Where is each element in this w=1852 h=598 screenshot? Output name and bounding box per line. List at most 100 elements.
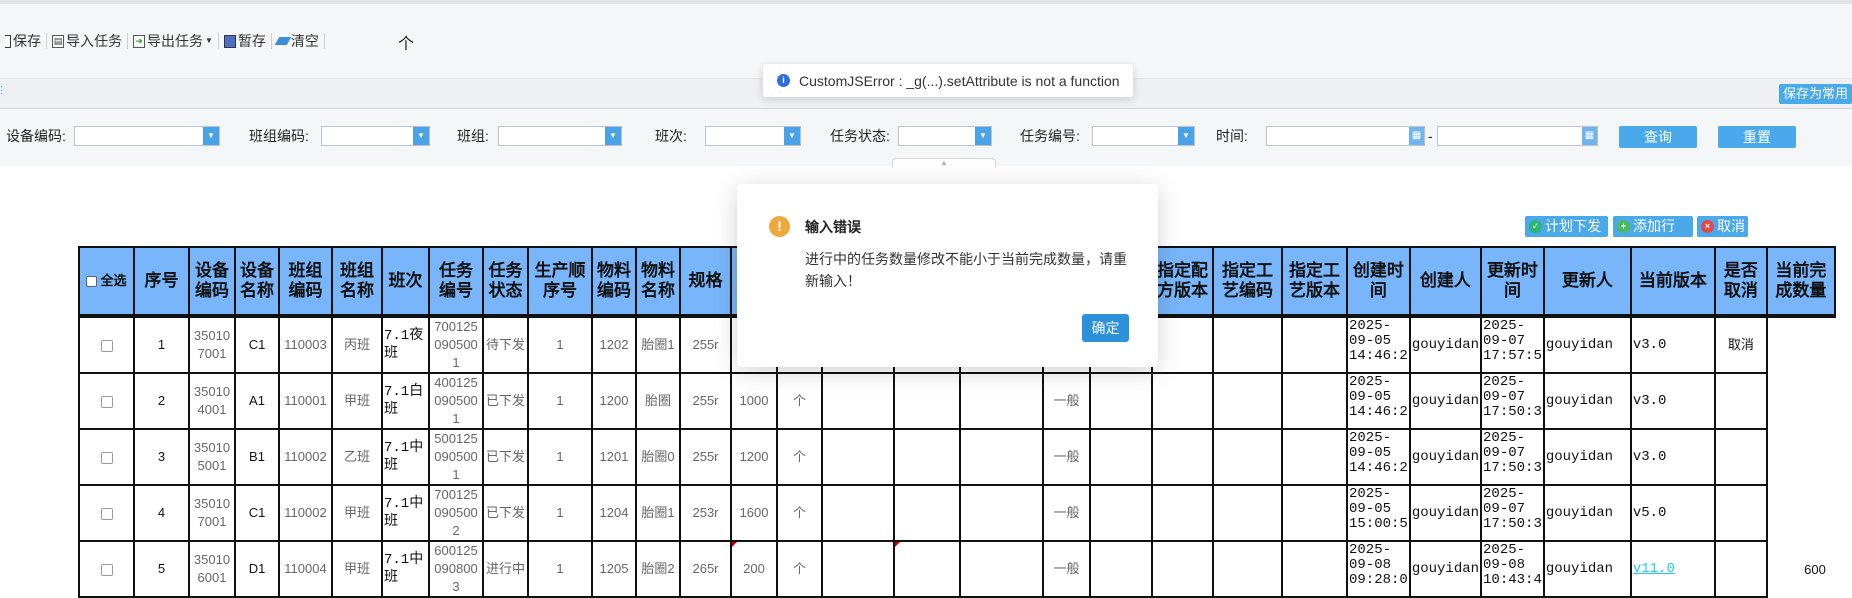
table-cell: 255r	[681, 374, 732, 430]
table-cell: 一般	[1044, 374, 1091, 430]
table-row[interactable]: 5 350106001 D1 110004 甲班 7.1中班 6001250908003 进行…	[80, 542, 1836, 598]
stash-button[interactable]: 暂存	[219, 33, 272, 49]
task-status-select[interactable]: ▼	[898, 126, 992, 146]
chevron-down-icon: ▼	[1178, 127, 1194, 145]
import-task-button[interactable]: ▤ 导入任务	[47, 33, 128, 49]
table-cell	[1715, 542, 1768, 598]
table-cell	[895, 486, 961, 542]
team-select[interactable]: ▼	[498, 126, 622, 146]
table-cell: 个	[778, 430, 823, 486]
floppy-icon	[223, 34, 236, 48]
row-checkbox[interactable]	[100, 339, 113, 352]
dispatch-plan-button[interactable]: ✓ 计划下发	[1525, 216, 1608, 237]
table-cell: 个	[778, 542, 823, 598]
column-header: 班次	[383, 248, 430, 318]
table-cell: gouyidan	[1544, 486, 1632, 542]
start-date-input[interactable]: ▦	[1266, 126, 1425, 146]
table-cell: 胎圈1	[637, 486, 681, 542]
cancel-button[interactable]: × 取消	[1697, 216, 1748, 237]
calendar-icon[interactable]: ▦	[1409, 127, 1424, 145]
column-header: 物料编码	[593, 248, 637, 318]
table-cell: 600	[1804, 562, 1826, 577]
row-checkbox[interactable]	[100, 507, 113, 520]
clear-button[interactable]: 清空	[272, 33, 325, 49]
team-code-select[interactable]: ▼	[321, 126, 430, 146]
time-separator: -	[1428, 128, 1433, 144]
table-cell: 待下发	[484, 318, 529, 374]
save-button[interactable]: 保存	[0, 33, 47, 49]
table-row[interactable]: 4 350107001 C1 110002 甲班 7.1中班 7001250905002 已下…	[80, 486, 1836, 542]
table-cell	[1153, 542, 1214, 598]
table-cell: 1	[529, 430, 593, 486]
chevron-down-icon: ▼	[975, 127, 991, 145]
column-header: 班组编码	[280, 248, 333, 318]
row-select-cell[interactable]	[80, 318, 135, 374]
table-cell: 进行中	[484, 542, 529, 598]
table-cell	[961, 542, 1044, 598]
end-date-input[interactable]: ▦	[1437, 126, 1598, 146]
table-cell: 甲班	[333, 542, 383, 598]
task-no-select[interactable]: ▼	[1092, 126, 1195, 146]
table-cell	[1091, 486, 1153, 542]
table-cell: 7.1夜班	[383, 318, 430, 374]
export-task-button[interactable]: ➜ 导出任务 ▼	[128, 33, 219, 49]
row-select-cell[interactable]	[80, 430, 135, 486]
table-cell: 350106001	[190, 542, 236, 598]
table-cell: 265r	[681, 542, 732, 598]
cursor-glyph: 个	[398, 36, 415, 53]
calendar-icon[interactable]: ▦	[1582, 127, 1597, 145]
reset-button[interactable]: 重置	[1718, 126, 1796, 148]
export-label: 导出任务	[147, 33, 203, 49]
table-cell: 4	[135, 486, 190, 542]
dialog-title: 输入错误	[805, 219, 861, 235]
row-checkbox[interactable]	[100, 395, 113, 408]
save-as-common-button[interactable]: 保存为常用	[1779, 84, 1852, 104]
warning-icon: !	[769, 216, 790, 237]
table-cell: 2025- 09-05 14:46:2	[1348, 374, 1411, 430]
row-checkbox[interactable]	[100, 563, 113, 576]
chevron-down-icon: ▼	[203, 127, 219, 145]
table-cell: 110001	[280, 374, 333, 430]
table-cell	[1153, 430, 1214, 486]
version-link[interactable]: v11.0	[1633, 561, 1675, 577]
table-cell: C1	[236, 486, 280, 542]
table-row[interactable]: 2 350104001 A1 110001 甲班 7.1白班 4001250905001 已下…	[80, 374, 1836, 430]
column-header: 更新时间	[1482, 248, 1545, 318]
table-cell: 7001250905002	[430, 486, 484, 542]
query-button[interactable]: 查询	[1619, 126, 1697, 148]
table-cell	[1153, 374, 1214, 430]
filter-settings-icon[interactable]: ⫶	[0, 84, 12, 102]
collapse-filter-toggle[interactable]: ▲	[892, 158, 996, 168]
row-select-cell[interactable]	[80, 374, 135, 430]
select-all-header[interactable]: 全选	[80, 248, 135, 318]
table-cell	[1283, 430, 1348, 486]
column-header: 更新人	[1544, 248, 1632, 318]
add-row-button[interactable]: + 添加行	[1613, 216, 1693, 237]
confirm-button[interactable]: 确定	[1082, 314, 1129, 342]
table-cell: 7.1中班	[383, 430, 430, 486]
table-cell: 255r	[681, 430, 732, 486]
select-all-checkbox[interactable]	[86, 276, 98, 288]
device-code-select[interactable]: ▼	[74, 126, 220, 146]
table-cell: 2025- 09-05 15:00:5	[1348, 486, 1411, 542]
table-cell	[1768, 430, 1836, 486]
cancel-label: 取消	[1717, 218, 1745, 234]
close-icon: ×	[1701, 220, 1714, 233]
table-row[interactable]: 3 350105001 B1 110002 乙班 7.1中班 5001250905001 已下…	[80, 430, 1836, 486]
table-cell: gouyidan	[1410, 318, 1483, 374]
row-select-cell[interactable]	[80, 486, 135, 542]
input-error-dialog: ! 输入错误 进行中的任务数量修改不能小于当前完成数量，请重新输入！ 确定	[737, 184, 1158, 367]
table-cell: 350107001	[190, 486, 236, 542]
table-cell: 253r	[681, 486, 732, 542]
table-cell	[895, 542, 961, 598]
device-code-label: 设备编码:	[6, 128, 66, 144]
table-cell	[1214, 374, 1283, 430]
shift-select[interactable]: ▼	[705, 126, 801, 146]
row-checkbox[interactable]	[100, 451, 113, 464]
table-cell: 个	[778, 374, 823, 430]
row-select-cell[interactable]	[80, 542, 135, 598]
table-cell: gouyidan	[1544, 542, 1632, 598]
save-label: 保存	[13, 33, 41, 49]
column-header: 序号	[135, 248, 190, 318]
table-cell: 2025- 09-07 17:50:3	[1482, 486, 1545, 542]
